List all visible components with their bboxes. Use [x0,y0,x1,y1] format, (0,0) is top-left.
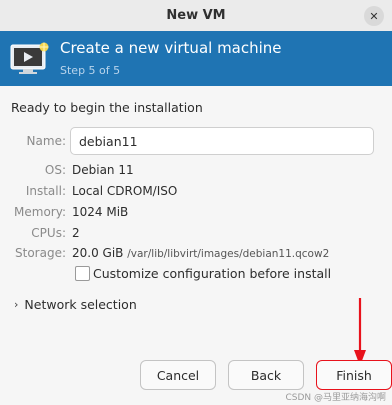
back-button[interactable]: Back [228,360,304,390]
cancel-button[interactable]: Cancel [140,360,216,390]
storage-path: /var/lib/libvirt/images/debian11.qcow2 [127,248,330,260]
memory-value: 1024 MiB [72,205,129,219]
name-label: Name: [26,134,66,148]
storage-value: 20.0 GiB /var/lib/libvirt/images/debian1… [72,246,329,260]
watermark: CSDN @马里亚纳海沟啊 [285,393,386,403]
name-field[interactable]: debian11 [70,127,374,155]
network-selection-expander[interactable]: › Network selection [14,297,137,312]
banner-title: Create a new virtual machine [60,39,282,57]
banner-step: Step 5 of 5 [60,64,121,77]
annotation-arrow-icon [354,298,366,366]
customize-label[interactable]: Customize configuration before install [93,266,331,281]
close-icon[interactable]: ✕ [364,6,384,26]
ready-heading: Ready to begin the installation [11,100,203,115]
wizard-content: Ready to begin the installation Name: de… [0,86,392,405]
wizard-banner: Create a new virtual machine Step 5 of 5 [0,31,392,86]
window-title: New VM [166,8,226,23]
os-value: Debian 11 [72,163,134,177]
os-label: OS: [44,163,66,177]
name-field-value: debian11 [79,133,138,149]
install-label: Install: [25,184,66,198]
window-titlebar: New VM ✕ [0,0,392,32]
storage-label: Storage: [15,246,66,260]
cpus-label: CPUs: [31,226,66,240]
storage-size: 20.0 GiB [72,246,124,260]
finish-button[interactable]: Finish [316,360,392,390]
cpus-value: 2 [72,226,80,240]
network-selection-label: Network selection [24,297,137,312]
customize-checkbox[interactable] [75,266,90,281]
vm-monitor-icon [10,42,49,74]
install-value: Local CDROM/ISO [72,184,178,198]
chevron-right-icon: › [14,298,19,311]
memory-label: Memory: [14,205,66,219]
